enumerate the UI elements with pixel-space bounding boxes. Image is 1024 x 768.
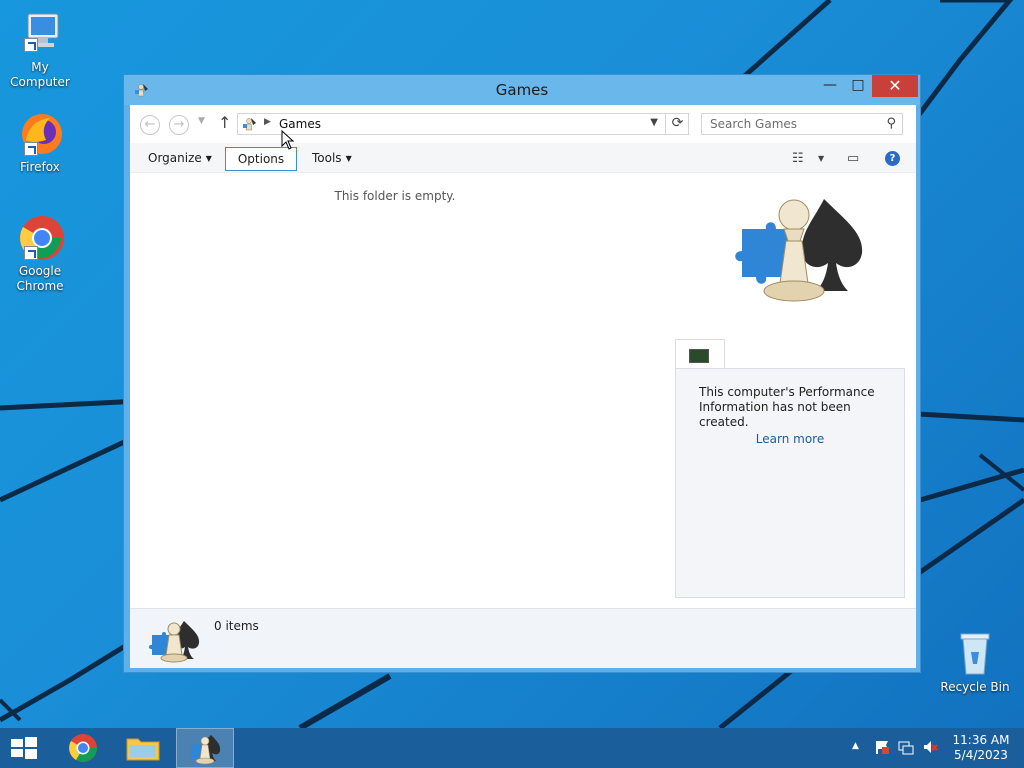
taskbar-file-explorer[interactable]	[114, 728, 172, 768]
refresh-button[interactable]: ⟳	[665, 113, 689, 135]
back-button[interactable]: ←	[140, 115, 160, 135]
title-bar[interactable]: Games — □ ✕	[124, 75, 920, 105]
chrome-icon	[16, 214, 64, 262]
games-explorer-icon	[735, 199, 863, 302]
command-bar: Organize ▼ Options Tools ▼ ☷ ▼ ▭ ?	[130, 143, 916, 173]
taskbar-chrome[interactable]	[54, 728, 112, 768]
desktop-icon-label: Recycle Bin	[940, 680, 1010, 694]
volume-muted-icon[interactable]	[922, 739, 938, 768]
games-window: Games — □ ✕ ← → ▼ ↑ ▶ Games ▼ ⟳ Search G…	[123, 74, 921, 673]
games-side-pane: This computer's Performance Information …	[660, 173, 916, 608]
address-dropdown-icon[interactable]: ▼	[650, 117, 658, 128]
forward-button[interactable]: →	[169, 115, 189, 135]
preview-pane-icon[interactable]: ▭	[847, 151, 859, 166]
shortcut-arrow-icon	[24, 142, 38, 156]
breadcrumb-games[interactable]: Games	[279, 117, 321, 131]
item-count: 0 items	[214, 619, 259, 633]
options-button[interactable]: Options	[225, 147, 297, 171]
view-options-chevron-icon[interactable]: ▼	[818, 154, 824, 163]
start-button[interactable]	[0, 728, 48, 768]
monitor-icon	[689, 349, 709, 363]
performance-tab[interactable]	[675, 339, 725, 369]
details-pane: 0 items	[130, 608, 916, 668]
change-view-icon[interactable]: ☷	[792, 151, 804, 166]
tools-button[interactable]: Tools ▼	[306, 147, 358, 171]
desktop-icon-recycle-bin[interactable]: Recycle Bin	[935, 630, 1015, 695]
file-list[interactable]: This folder is empty.	[130, 173, 660, 608]
show-hidden-icons-chevron-icon[interactable]: ▲	[852, 741, 859, 768]
close-button[interactable]: ✕	[872, 75, 918, 97]
games-icon	[191, 735, 221, 765]
chevron-down-icon: ▼	[205, 154, 212, 163]
empty-folder-message: This folder is empty.	[334, 189, 456, 203]
desktop-icon-label: Google Chrome	[16, 264, 64, 293]
desktop-icon-label: Firefox	[20, 160, 60, 174]
window-title: Games	[495, 81, 549, 99]
clock-date: 5/4/2023	[954, 748, 1008, 762]
organize-label: Organize	[148, 151, 202, 165]
address-bar[interactable]: ▶ Games ▼	[237, 113, 689, 135]
navigation-bar: ← → ▼ ↑ ▶ Games ▼ ⟳ Search Games ⚲	[130, 105, 916, 143]
chevron-down-icon: ▼	[345, 154, 352, 163]
shortcut-arrow-icon	[24, 246, 38, 260]
window-client: ← → ▼ ↑ ▶ Games ▼ ⟳ Search Games ⚲ Organ…	[130, 105, 916, 668]
desktop-icon-my-computer[interactable]: My Computer	[0, 10, 80, 90]
clock-time: 11:36 AM	[952, 733, 1010, 747]
action-center-flag-icon[interactable]	[874, 739, 890, 768]
taskbar-games[interactable]	[176, 728, 234, 768]
desktop-icon-firefox[interactable]: Firefox	[0, 110, 80, 175]
search-box[interactable]: Search Games ⚲	[701, 113, 903, 135]
mouse-cursor-icon	[281, 130, 295, 150]
maximize-button[interactable]: □	[844, 75, 872, 97]
folder-icon	[126, 738, 160, 761]
chrome-icon	[69, 734, 97, 762]
search-icon[interactable]: ⚲	[886, 116, 896, 131]
games-folder-icon	[243, 118, 256, 131]
system-clock[interactable]: 11:36 AM 5/4/2023	[950, 733, 1012, 763]
network-icon[interactable]	[898, 739, 914, 768]
recent-locations-chevron-icon[interactable]: ▼	[198, 116, 205, 126]
learn-more-link[interactable]: Learn more	[676, 432, 904, 446]
firefox-icon	[16, 110, 64, 158]
up-button[interactable]: ↑	[218, 113, 231, 132]
search-placeholder: Search Games	[710, 117, 798, 131]
games-thumbnail-icon	[149, 621, 200, 663]
windows-logo-icon	[11, 737, 37, 759]
minimize-button[interactable]: —	[816, 75, 844, 97]
organize-button[interactable]: Organize ▼	[142, 147, 218, 171]
desktop-icon-chrome[interactable]: Google Chrome	[0, 214, 80, 294]
tools-label: Tools	[312, 151, 342, 165]
computer-icon	[16, 10, 64, 58]
help-icon[interactable]: ?	[885, 151, 900, 166]
recycle-bin-icon	[951, 630, 999, 678]
desktop-icon-label: My Computer	[10, 60, 70, 89]
performance-message: This computer's Performance Information …	[699, 385, 875, 429]
shortcut-arrow-icon	[24, 38, 38, 52]
taskbar: ▲ 11:36 AM 5/4/2023	[0, 728, 1024, 768]
performance-panel: This computer's Performance Information …	[675, 368, 905, 598]
breadcrumb-chevron-icon[interactable]: ▶	[264, 117, 271, 127]
